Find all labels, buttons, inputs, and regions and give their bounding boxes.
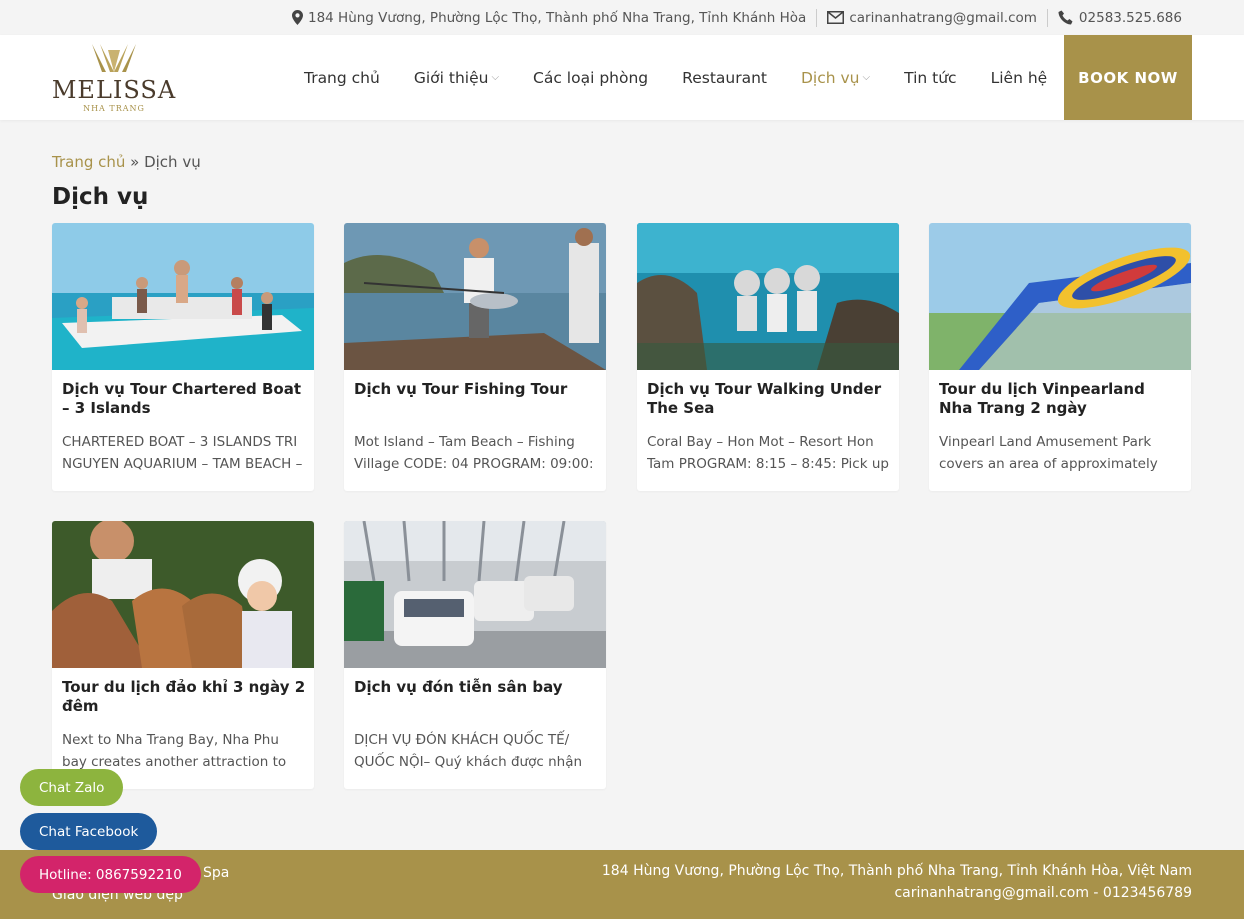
card-title[interactable]: Tour du lịch Vinpearland Nha Trang 2 ngà… [939, 380, 1183, 418]
phone-text: 02583.525.686 [1078, 9, 1182, 26]
main-nav: Trang chủ Giới thiệu ⌵ Các loại phòng Res… [304, 35, 1081, 120]
page-title: Dịch vụ [52, 184, 149, 210]
address-info: 184 Hùng Vương, Phường Lộc Thọ, Thành ph… [282, 9, 816, 27]
card-image-vinpearl[interactable] [929, 223, 1191, 370]
phone-icon [1058, 10, 1073, 24]
logo-subtitle: NHA TRANG [83, 104, 145, 113]
map-pin-icon [291, 10, 303, 25]
service-card[interactable]: Dịch vụ Tour Chartered Boat – 3 Islands … [52, 223, 314, 491]
site-logo[interactable]: MELISSA NHA TRANG [52, 42, 176, 114]
breadcrumb-separator: » [125, 153, 145, 171]
phone-info[interactable]: 02583.525.686 [1046, 8, 1192, 27]
card-image-sea-walk[interactable] [637, 223, 899, 370]
service-card[interactable]: Dịch vụ đón tiễn sân bay DỊCH VỤ ĐÓN KHÁ… [344, 521, 606, 789]
book-now-button[interactable]: BOOK NOW [1064, 35, 1192, 120]
service-card[interactable]: Dịch vụ Tour Fishing Tour Mot Island – T… [344, 223, 606, 491]
chat-zalo-button[interactable]: Chat Zalo [20, 769, 124, 806]
card-title[interactable]: Dịch vụ Tour Fishing Tour [354, 380, 598, 399]
card-excerpt: CHARTERED BOAT – 3 ISLANDS TRI NGUYEN AQ… [62, 434, 303, 472]
nav-item-home[interactable]: Trang chủ [304, 69, 380, 87]
card-image-airport[interactable] [344, 521, 606, 668]
card-image-monkey-island[interactable] [52, 521, 314, 668]
card-excerpt: DỊCH VỤ ĐÓN KHÁCH QUỐC TẾ/ QUỐC NỘI– Quý… [354, 732, 583, 770]
card-title[interactable]: Tour du lịch đảo khỉ 3 ngày 2 đêm [62, 678, 306, 716]
breadcrumb: Trang chủ » Dịch vụ [52, 153, 201, 171]
chevron-down-icon: ⌵ [491, 72, 500, 83]
card-excerpt: Mot Island – Tam Beach – Fishing Village… [354, 434, 594, 472]
email-info[interactable]: carinanhatrang@gmail.com [816, 8, 1047, 27]
email-text: carinanhatrang@gmail.com [849, 9, 1037, 26]
nav-item-news[interactable]: Tin tức [904, 69, 956, 87]
logo-brand: MELISSA [51, 76, 177, 104]
address-text: 184 Hùng Vương, Phường Lộc Thọ, Thành ph… [307, 9, 807, 26]
service-card[interactable]: Dịch vụ Tour Walking Under The Sea Coral… [637, 223, 899, 491]
nav-item-about[interactable]: Giới thiệu ⌵ [414, 69, 499, 87]
chevron-down-icon: ⌵ [862, 72, 871, 83]
site-header: MELISSA NHA TRANG Trang chủ Giới thiệu ⌵ … [0, 35, 1244, 120]
breadcrumb-home-link[interactable]: Trang chủ [52, 153, 125, 171]
hotline-button[interactable]: Hotline: 0867592210 [20, 856, 201, 893]
card-excerpt: Next to Nha Trang Bay, Nha Phu bay creat… [62, 732, 287, 770]
nav-item-restaurant[interactable]: Restaurant [682, 69, 767, 87]
nav-item-contact[interactable]: Liên hệ [991, 69, 1048, 87]
footer-address: 184 Hùng Vương, Phường Lộc Thọ, Thành ph… [601, 863, 1192, 879]
footer-contact: carinanhatrang@gmail.com - 0123456789 [894, 885, 1192, 901]
footer-right: 184 Hùng Vương, Phường Lộc Thọ, Thành ph… [602, 860, 1192, 904]
logo-emblem-icon [92, 44, 136, 72]
card-image-fishing[interactable] [344, 223, 606, 370]
card-title[interactable]: Dịch vụ đón tiễn sân bay [354, 678, 598, 697]
nav-item-services[interactable]: Dịch vụ ⌵ [801, 69, 870, 87]
card-excerpt: Vinpearl Land Amusement Park covers an a… [939, 434, 1158, 472]
service-card[interactable]: Tour du lịch đảo khỉ 3 ngày 2 đêm Next t… [52, 521, 314, 789]
breadcrumb-current: Dịch vụ [144, 153, 201, 171]
card-title[interactable]: Dịch vụ Tour Chartered Boat – 3 Islands [62, 380, 306, 418]
card-image-boat[interactable] [52, 223, 314, 370]
envelope-icon [827, 11, 845, 24]
service-card[interactable]: Tour du lịch Vinpearland Nha Trang 2 ngà… [929, 223, 1191, 491]
chat-facebook-button[interactable]: Chat Facebook [20, 813, 158, 850]
top-info-bar: 184 Hùng Vương, Phường Lộc Thọ, Thành ph… [0, 0, 1244, 35]
card-title[interactable]: Dịch vụ Tour Walking Under The Sea [647, 380, 891, 418]
card-excerpt: Coral Bay – Hon Mot – Resort Hon Tam PRO… [647, 434, 889, 472]
nav-item-rooms[interactable]: Các loại phòng [533, 69, 648, 87]
